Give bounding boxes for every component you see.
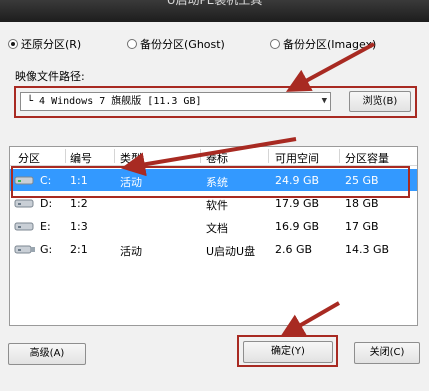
- cell-label: 软件: [206, 199, 228, 212]
- chevron-down-icon: ▼: [321, 96, 327, 106]
- column-divider: [339, 149, 340, 163]
- column-header-type: 类型: [120, 152, 142, 165]
- usb-drive-icon: [14, 243, 36, 255]
- radio-backup-ghost[interactable]: 备份分区(Ghost): [127, 36, 225, 52]
- cell-free: 16.9 GB: [275, 220, 320, 233]
- window-title: U启动PE装机工具: [166, 0, 263, 7]
- cell-drive: E:: [40, 220, 51, 233]
- cell-free: 2.6 GB: [275, 243, 313, 256]
- annotation-highlight-row: [11, 166, 410, 198]
- partition-row[interactable]: G: 2:1 活动 U启动U盘 2.6 GB 14.3 GB: [10, 238, 417, 260]
- cell-num: 1:2: [70, 197, 88, 210]
- column-divider: [200, 149, 201, 163]
- cell-size: 17 GB: [345, 220, 379, 233]
- cell-size: 14.3 GB: [345, 243, 390, 256]
- cell-label: 文档: [206, 222, 228, 235]
- column-divider: [268, 149, 269, 163]
- hard-drive-icon: [14, 197, 36, 209]
- cell-type: 活动: [120, 245, 142, 258]
- radio-label: 备份分区(Ghost): [140, 38, 225, 51]
- column-header-capacity: 分区容量: [345, 152, 389, 165]
- ok-button[interactable]: 确定(Y): [243, 341, 333, 363]
- cell-drive: G:: [40, 243, 53, 256]
- column-header-number: 编号: [70, 152, 92, 165]
- column-divider: [65, 149, 66, 163]
- cell-size: 18 GB: [345, 197, 379, 210]
- radio-restore-partition[interactable]: 还原分区(R): [8, 36, 81, 52]
- image-path-value: └ 4 Windows 7 旗舰版 [11.3 GB]: [27, 96, 202, 107]
- radio-indicator: [8, 39, 18, 49]
- cell-free: 17.9 GB: [275, 197, 320, 210]
- title-bar: U启动PE装机工具: [0, 0, 429, 22]
- cell-num: 2:1: [70, 243, 88, 256]
- column-divider: [114, 149, 115, 163]
- image-path-label: 映像文件路径:: [15, 70, 85, 83]
- mode-radio-group: 还原分区(R) 备份分区(Ghost) 备份分区(Imagex): [0, 36, 429, 56]
- radio-backup-imagex[interactable]: 备份分区(Imagex): [270, 36, 376, 52]
- close-button[interactable]: 关闭(C): [354, 342, 420, 364]
- browse-button[interactable]: 浏览(B): [349, 91, 411, 112]
- radio-label: 还原分区(R): [21, 38, 82, 51]
- image-path-select[interactable]: └ 4 Windows 7 旗舰版 [11.3 GB] ▼: [20, 92, 331, 111]
- radio-label: 备份分区(Imagex): [283, 38, 377, 51]
- advanced-button[interactable]: 高级(A): [8, 343, 86, 365]
- table-header: 分区 编号 类型 卷标 可用空间 分区容量: [10, 147, 417, 166]
- hard-drive-icon: [14, 220, 36, 232]
- cell-num: 1:3: [70, 220, 88, 233]
- partition-row[interactable]: E: 1:3 文档 16.9 GB 17 GB: [10, 215, 417, 237]
- cell-label: U启动U盘: [206, 245, 256, 258]
- column-header-free-space: 可用空间: [275, 152, 319, 165]
- column-header-label: 卷标: [206, 152, 228, 165]
- radio-indicator: [127, 39, 137, 49]
- column-header-partition: 分区: [18, 152, 40, 165]
- cell-drive: D:: [40, 197, 53, 210]
- radio-indicator: [270, 39, 280, 49]
